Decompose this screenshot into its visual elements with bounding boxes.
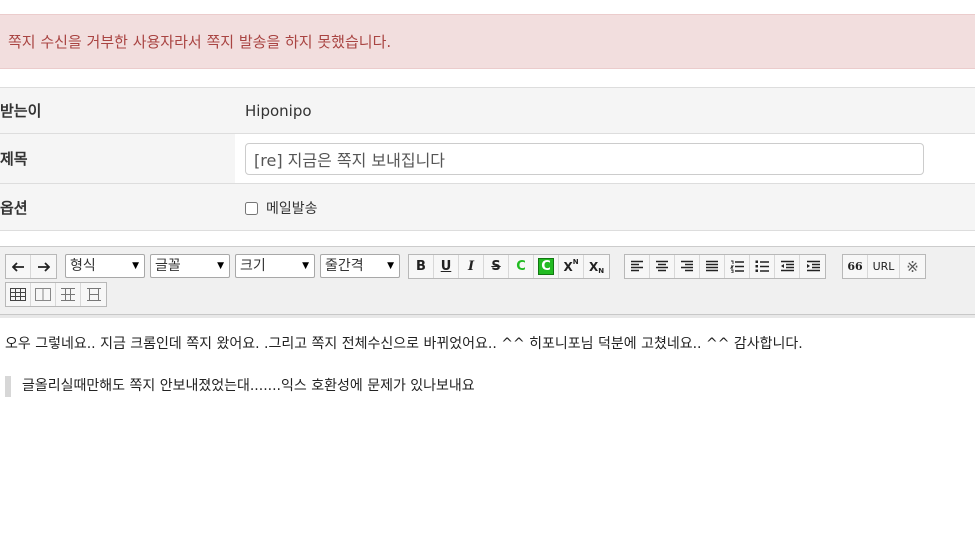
format-select[interactable]: 형식 ▼ <box>65 254 145 278</box>
link-icon: URL <box>872 260 895 273</box>
line-height-select[interactable]: 줄간격 ▼ <box>320 254 400 278</box>
blockquote: 글올리실때만해도 쪽지 안보내졌었는대.......익스 호환성에 문제가 있나… <box>5 376 475 397</box>
superscript-button[interactable]: XN <box>559 255 584 278</box>
font-select[interactable]: 글꼴 ▼ <box>150 254 230 278</box>
unordered-list-button[interactable] <box>750 255 775 278</box>
table-properties-button[interactable] <box>31 283 56 306</box>
quote-icon: 66 <box>847 260 863 273</box>
undo-button[interactable] <box>6 255 31 278</box>
indent-icon <box>806 260 820 272</box>
error-alert-message: 쪽지 수신을 거부한 사용자라서 쪽지 발송을 하지 못했습니다. <box>8 33 392 51</box>
subscript-button[interactable]: XN <box>584 255 609 278</box>
subscript-mark: N <box>598 266 605 275</box>
size-select-value: 크기 <box>240 258 266 274</box>
bold-icon: B <box>416 259 426 274</box>
arrow-right-icon <box>38 261 50 272</box>
chevron-down-icon: ▼ <box>302 261 309 271</box>
justify-icon <box>706 260 718 272</box>
size-select[interactable]: 크기 ▼ <box>235 254 315 278</box>
format-select-value: 형식 <box>70 258 96 274</box>
indent-button[interactable] <box>800 255 825 278</box>
line-height-select-value: 줄간격 <box>325 258 364 274</box>
background-color-button[interactable]: C <box>534 255 559 278</box>
ordered-list-icon <box>730 260 744 273</box>
arrow-left-icon <box>11 261 24 272</box>
align-right-button[interactable] <box>675 255 700 278</box>
chevron-down-icon: ▼ <box>387 261 394 271</box>
font-select-value: 글꼴 <box>155 258 181 274</box>
merge-cells-icon <box>61 288 75 301</box>
text-style-group: B U I S C C XN XN <box>408 254 610 279</box>
justify-button[interactable] <box>700 255 725 278</box>
chevron-down-icon: ▼ <box>217 261 224 271</box>
recipient-value: Hiponipo <box>245 102 312 120</box>
unordered-list-icon <box>755 260 769 272</box>
underline-button[interactable]: U <box>434 255 459 278</box>
italic-icon: I <box>467 259 475 274</box>
subject-row: 제목 <box>0 133 975 184</box>
table-cell-icon <box>35 288 51 301</box>
quote-button[interactable]: 66 <box>843 255 868 278</box>
align-left-button[interactable] <box>625 255 650 278</box>
special-char-button[interactable]: ※ <box>900 255 925 278</box>
align-left-icon <box>631 260 643 272</box>
background-color-icon: C <box>538 258 554 275</box>
special-char-icon: ※ <box>906 257 919 276</box>
send-email-label: 메일발송 <box>266 201 318 217</box>
table-group <box>5 282 107 307</box>
superscript-mark: N <box>572 257 579 266</box>
strikethrough-icon: S <box>491 259 501 274</box>
font-color-icon: C <box>516 259 526 274</box>
redo-button[interactable] <box>31 255 56 278</box>
send-email-checkbox[interactable] <box>245 201 258 215</box>
send-email-option[interactable]: 메일발송 <box>245 184 318 232</box>
align-center-button[interactable] <box>650 255 675 278</box>
history-group <box>5 254 57 279</box>
recipient-label: 받는이 <box>0 102 42 120</box>
ordered-list-button[interactable] <box>725 255 750 278</box>
superscript-icon: X <box>563 259 573 274</box>
paragraph-group <box>624 254 826 279</box>
insert-table-button[interactable] <box>6 283 31 306</box>
italic-button[interactable]: I <box>459 255 484 278</box>
error-alert: 쪽지 수신을 거부한 사용자라서 쪽지 발송을 하지 못했습니다. <box>0 14 975 69</box>
link-button[interactable]: URL <box>868 255 900 278</box>
message-body-line: 오우 그렇네요.. 지금 크롬인데 쪽지 왔어요. .그리고 쪽지 전체수신으로… <box>5 336 803 352</box>
split-cells-button[interactable] <box>81 283 106 306</box>
chevron-down-icon: ▼ <box>132 261 139 271</box>
bold-button[interactable]: B <box>409 255 434 278</box>
table-icon <box>10 288 26 301</box>
subject-input[interactable] <box>245 143 924 175</box>
strikethrough-button[interactable]: S <box>484 255 509 278</box>
option-row: 옵션 메일발송 <box>0 183 975 231</box>
option-label: 옵션 <box>0 199 28 217</box>
split-cells-icon <box>86 288 101 301</box>
outdent-icon <box>781 260 794 272</box>
outdent-button[interactable] <box>775 255 800 278</box>
align-center-icon <box>656 260 668 272</box>
underline-icon: U <box>440 259 452 274</box>
recipient-row: 받는이 Hiponipo <box>0 87 975 134</box>
font-color-button[interactable]: C <box>509 255 534 278</box>
align-right-icon <box>681 260 693 272</box>
merge-cells-button[interactable] <box>56 283 81 306</box>
subscript-icon: X <box>588 259 599 274</box>
insert-group: 66 URL ※ <box>842 254 926 279</box>
subject-label: 제목 <box>0 150 28 168</box>
